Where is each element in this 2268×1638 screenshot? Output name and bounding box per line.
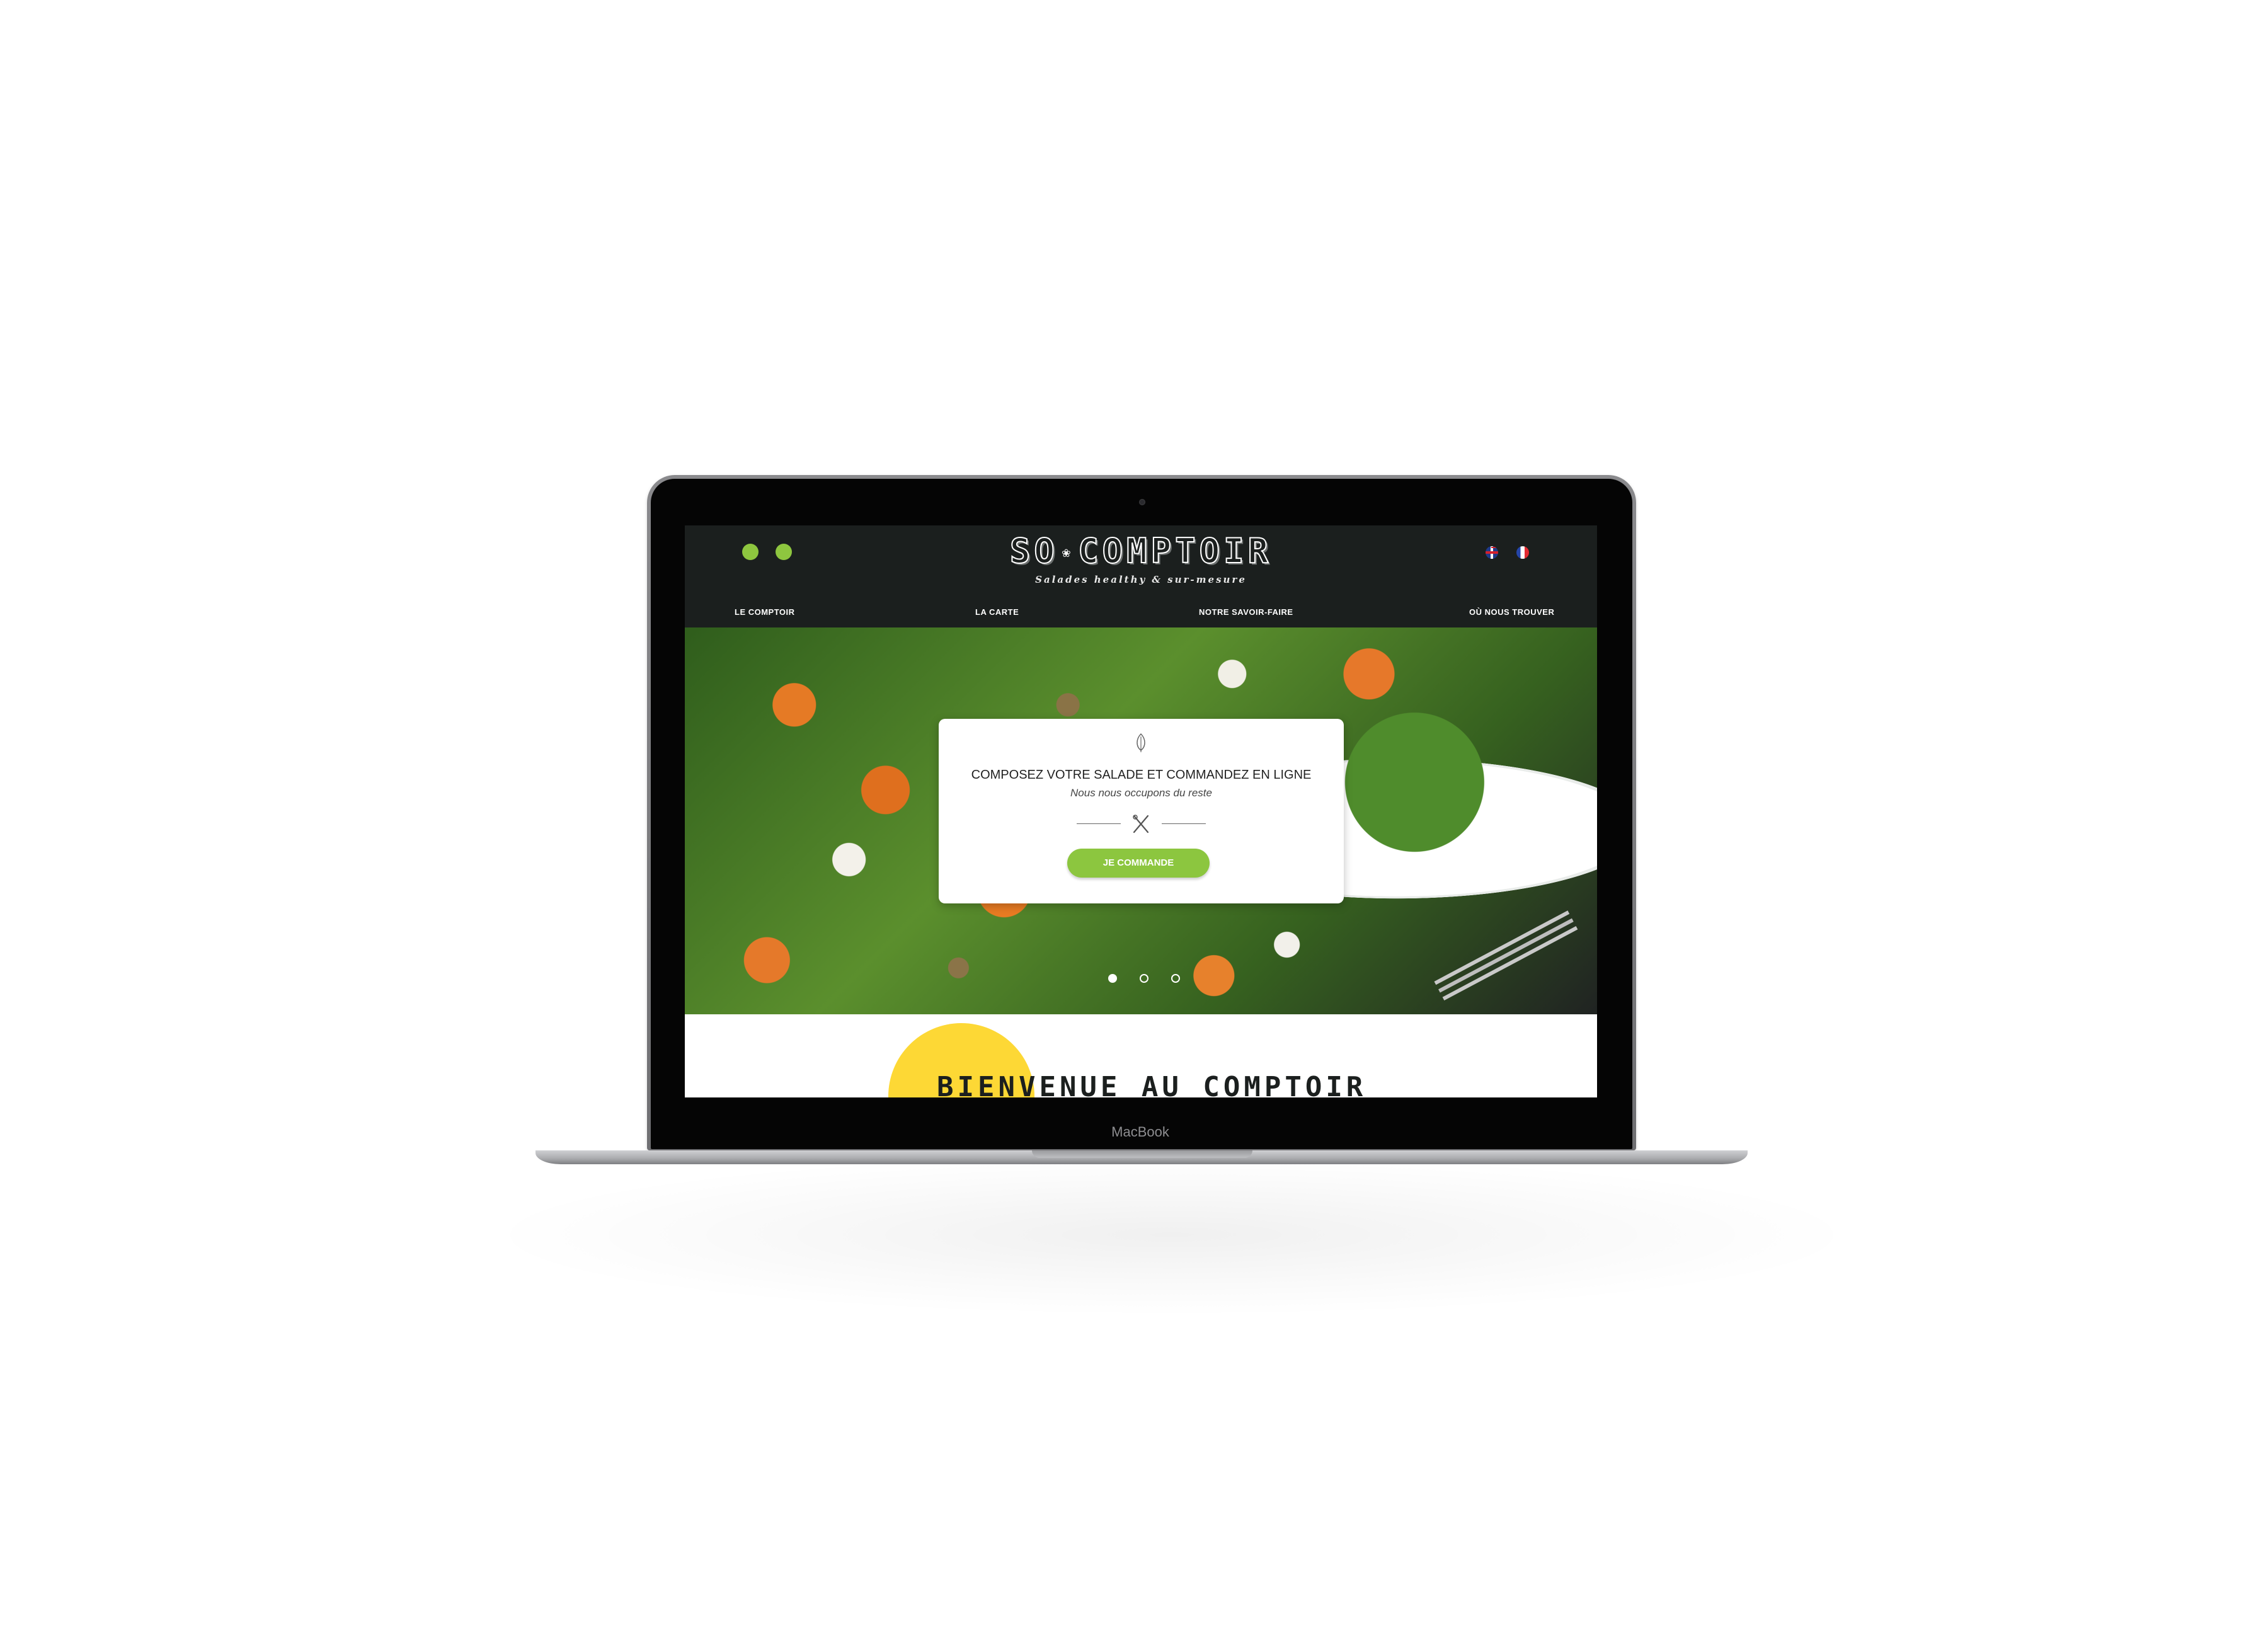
logo-right-text: COMPTOIR: [1077, 531, 1273, 571]
laptop-shadow: [479, 1153, 1865, 1317]
social-dot-icon[interactable]: [776, 544, 792, 560]
device-label: MacBook: [1111, 1124, 1169, 1140]
logo-tagline: Salades healthy & sur-mesure: [1035, 574, 1247, 586]
logo-left-text: SO: [1009, 531, 1058, 571]
card-title: COMPOSEZ VOTRE SALADE ET COMMANDEZ EN LI…: [971, 768, 1312, 782]
card-subtitle: Nous nous occupons du reste: [1070, 787, 1212, 799]
fork-image: [1442, 926, 1578, 1000]
nav-item-la-carte[interactable]: LA CARTE: [975, 607, 1019, 617]
order-button[interactable]: JE COMMANDE: [1067, 849, 1210, 878]
website-screen: SO ❀ COMPTOIR Salades healthy & sur-mesure…: [685, 525, 1597, 1097]
divider-right: [1162, 823, 1206, 824]
nav-item-ou-nous-trouver[interactable]: OÙ NOUS TROUVER: [1469, 607, 1554, 617]
leaf-icon: ❀: [1062, 545, 1075, 561]
camera-icon: [1139, 499, 1145, 505]
carousel-dot-2[interactable]: [1140, 974, 1148, 983]
leaf-icon: [1137, 733, 1145, 752]
carousel-dot-3[interactable]: [1171, 974, 1180, 983]
welcome-title: BIENVENUE AU COMPTOIR: [937, 1071, 1367, 1097]
main-nav: LE COMPTOIR LA CARTE NOTRE SAVOIR-FAIRE …: [685, 607, 1597, 620]
order-card: COMPOSEZ VOTRE SALADE ET COMMANDEZ EN LI…: [939, 719, 1344, 903]
utensils-icon: [1133, 815, 1149, 833]
divider-left: [1077, 823, 1121, 824]
nav-item-notre-savoir-faire[interactable]: NOTRE SAVOIR-FAIRE: [1199, 607, 1293, 617]
nav-item-le-comptoir[interactable]: LE COMPTOIR: [735, 607, 795, 617]
uk-flag-icon[interactable]: [1486, 546, 1498, 559]
carousel-dots: [1108, 974, 1184, 987]
site-logo[interactable]: SO ❀ COMPTOIR Salades healthy & sur-mesure: [975, 531, 1307, 586]
social-dot-icon[interactable]: [742, 544, 759, 560]
site-header: SO ❀ COMPTOIR Salades healthy & sur-mesure…: [685, 525, 1597, 627]
laptop-hinge-notch: [1032, 1150, 1252, 1158]
fr-flag-icon[interactable]: [1516, 546, 1529, 559]
carousel-dot-1[interactable]: [1108, 974, 1117, 983]
